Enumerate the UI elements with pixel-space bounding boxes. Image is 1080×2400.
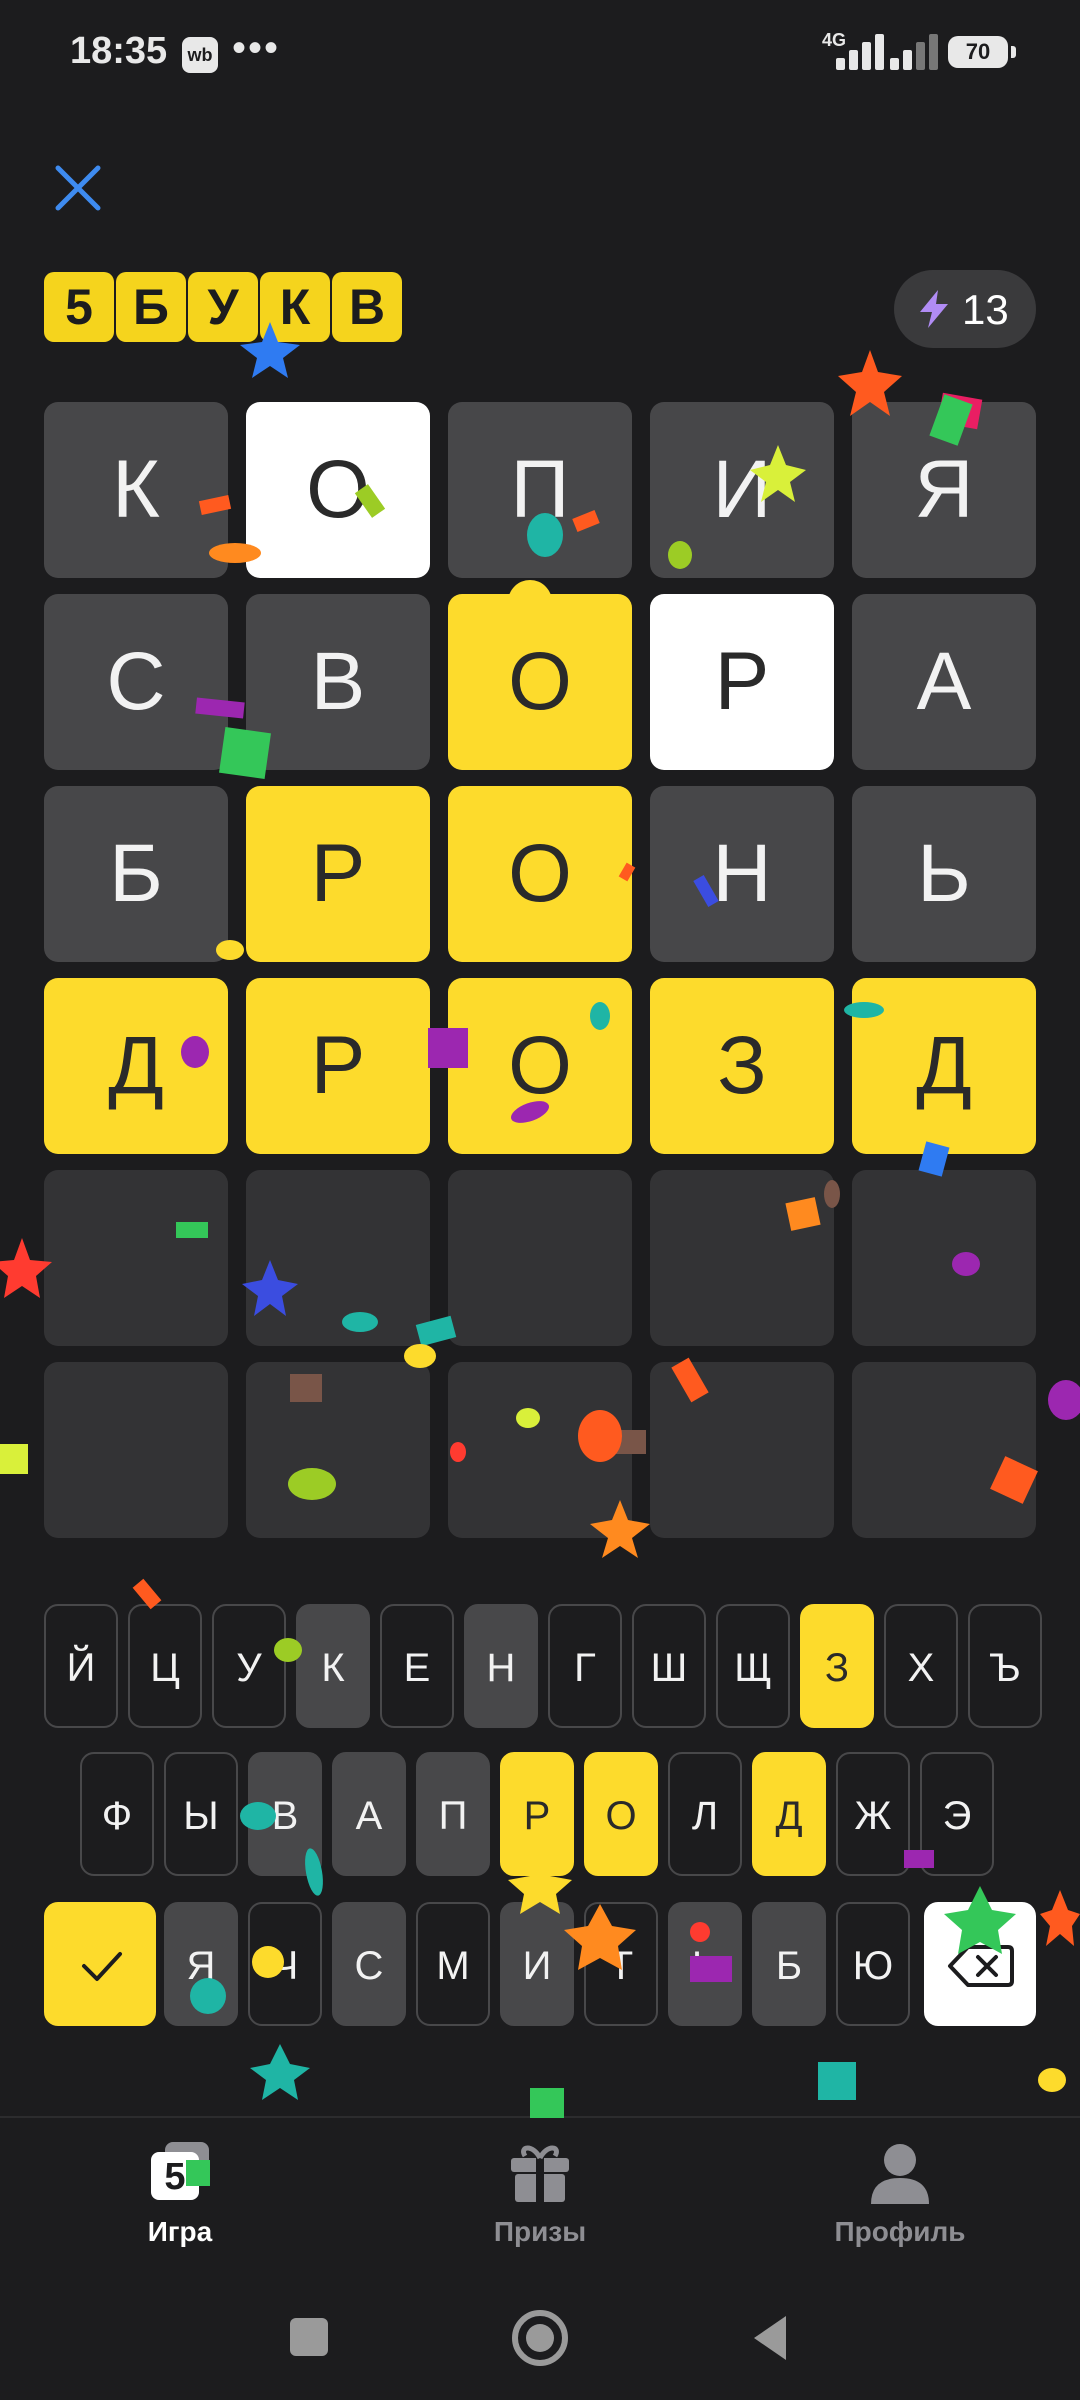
key-Щ[interactable]: Щ: [716, 1604, 790, 1728]
board-tile: О: [448, 978, 632, 1154]
close-icon[interactable]: [52, 162, 104, 214]
check-icon: [82, 1952, 122, 1981]
key-Т[interactable]: Т: [584, 1902, 658, 2026]
key-О[interactable]: О: [584, 1752, 658, 1876]
key-С[interactable]: С: [332, 1902, 406, 2026]
board-tile: Ь: [852, 786, 1036, 962]
key-У[interactable]: У: [212, 1604, 286, 1728]
logo-letter: В: [332, 272, 402, 342]
key-З[interactable]: З: [800, 1604, 874, 1728]
logo-letter: К: [260, 272, 330, 342]
board-tile: З: [650, 978, 834, 1154]
signal-icon-2: [890, 32, 950, 70]
key-Д[interactable]: Д: [752, 1752, 826, 1876]
board-tile: О: [246, 402, 430, 578]
key-И[interactable]: И: [500, 1902, 574, 2026]
energy-counter[interactable]: 13: [894, 270, 1036, 348]
board-tile: С: [44, 594, 228, 770]
submit-button[interactable]: [44, 1902, 156, 2026]
battery-icon: 70: [948, 36, 1016, 68]
board-tile-empty: [44, 1362, 228, 1538]
recents-icon[interactable]: [288, 2316, 330, 2358]
key-Н[interactable]: Н: [464, 1604, 538, 1728]
board-tile: О: [448, 594, 632, 770]
key-Ч[interactable]: Ч: [248, 1902, 322, 2026]
board-tile: О: [448, 786, 632, 962]
board-tile: В: [246, 594, 430, 770]
key-Ы[interactable]: Ы: [164, 1752, 238, 1876]
home-icon[interactable]: [510, 2308, 570, 2368]
board-tile: Д: [44, 978, 228, 1154]
key-М[interactable]: М: [416, 1902, 490, 2026]
logo-letter: 5: [44, 272, 114, 342]
key-Ф[interactable]: Ф: [80, 1752, 154, 1876]
board-tile-empty: [448, 1170, 632, 1346]
key-Ъ[interactable]: Ъ: [968, 1604, 1042, 1728]
nav-game[interactable]: 5 Игра: [0, 2118, 360, 2268]
key-А[interactable]: А: [332, 1752, 406, 1876]
status-time: 18:35: [70, 30, 168, 72]
energy-count: 13: [962, 286, 1009, 333]
logo-letter: Б: [116, 272, 186, 342]
board-tile: Я: [852, 402, 1036, 578]
board-tile: Н: [650, 786, 834, 962]
key-Е[interactable]: Е: [380, 1604, 454, 1728]
svg-text:5: 5: [164, 2156, 185, 2198]
board-tile-empty: [44, 1170, 228, 1346]
key-Ж[interactable]: Ж: [836, 1752, 910, 1876]
key-Ю[interactable]: Ю: [836, 1902, 910, 2026]
board-tile-empty: [650, 1170, 834, 1346]
board-tile-empty: [246, 1362, 430, 1538]
key-Я[interactable]: Я: [164, 1902, 238, 2026]
key-Б[interactable]: Б: [752, 1902, 826, 2026]
key-Й[interactable]: Й: [44, 1604, 118, 1728]
gift-icon: [511, 2145, 569, 2202]
key-В[interactable]: В: [248, 1752, 322, 1876]
board-tile: П: [448, 402, 632, 578]
signal-icon: [836, 32, 896, 70]
bottom-nav: 5 Игра Призы Профиль: [0, 2116, 1080, 2268]
profile-icon: [871, 2144, 929, 2204]
logo-letter: У: [188, 272, 258, 342]
key-П[interactable]: П: [416, 1752, 490, 1876]
board-tile-empty: [852, 1362, 1036, 1538]
key-Э[interactable]: Э: [920, 1752, 994, 1876]
status-bar: 18:35 wb ••• 4G 70: [0, 0, 1080, 110]
logo-5bukv: 5 Б У К В: [44, 272, 402, 344]
board-tile: Р: [246, 978, 430, 1154]
system-navigation: [0, 2270, 1080, 2400]
board-tile: Р: [650, 594, 834, 770]
more-notifications-icon: •••: [232, 26, 281, 70]
backspace-icon: [948, 1945, 1014, 1987]
key-Х[interactable]: Х: [884, 1604, 958, 1728]
key-Ь[interactable]: Ь: [668, 1902, 742, 2026]
key-К[interactable]: К: [296, 1604, 370, 1728]
board-tile: И: [650, 402, 834, 578]
nav-prizes-label: Призы: [493, 2216, 587, 2247]
wb-app-icon: wb: [182, 37, 218, 73]
board-tile: Р: [246, 786, 430, 962]
board-tile: Б: [44, 786, 228, 962]
board-tile: А: [852, 594, 1036, 770]
board-tile-empty: [246, 1170, 430, 1346]
key-Ш[interactable]: Ш: [632, 1604, 706, 1728]
board-tile: К: [44, 402, 228, 578]
board-tile: Д: [852, 978, 1036, 1154]
board-tile-empty: [852, 1170, 1036, 1346]
key-Л[interactable]: Л: [668, 1752, 742, 1876]
nav-profile-label: Профиль: [834, 2216, 966, 2247]
back-icon[interactable]: [748, 2312, 790, 2364]
key-Р[interactable]: Р: [500, 1752, 574, 1876]
backspace-button[interactable]: [924, 1902, 1036, 2026]
board-tile-empty: [650, 1362, 834, 1538]
nav-profile[interactable]: Профиль: [720, 2118, 1080, 2268]
board-tile-empty: [448, 1362, 632, 1538]
nav-prizes[interactable]: Призы: [360, 2118, 720, 2268]
nav-game-label: Игра: [147, 2216, 213, 2247]
game-icon: 5: [151, 2142, 209, 2200]
key-Ц[interactable]: Ц: [128, 1604, 202, 1728]
lightning-icon: [920, 290, 948, 328]
key-Г[interactable]: Г: [548, 1604, 622, 1728]
